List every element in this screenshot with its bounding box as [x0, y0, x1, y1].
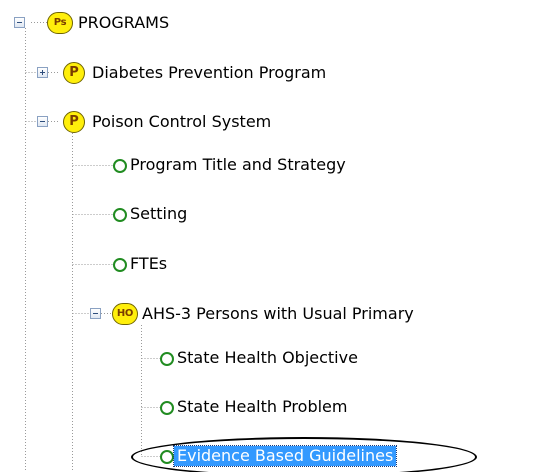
green-circle-icon [160, 401, 174, 415]
tree-node-label[interactable]: Setting [130, 204, 187, 224]
tree-node-label-selected[interactable]: Evidence Based Guidelines [172, 445, 398, 467]
tree-node-label[interactable]: PROGRAMS [78, 13, 169, 33]
program-badge-icon: P [63, 111, 85, 133]
tree-node-label[interactable]: Diabetes Prevention Program [92, 63, 326, 83]
green-circle-icon [113, 258, 127, 272]
tree-node-label[interactable]: Poison Control System [92, 112, 271, 132]
tree-node-program-title-and-strategy[interactable]: Program Title and Strategy [0, 151, 460, 181]
tree-node-ftes[interactable]: FTEs [0, 250, 260, 280]
tree-node-evidence-based-guidelines[interactable]: Evidence Based Guidelines [0, 442, 535, 472]
tree-node-label[interactable]: AHS-3 Persons with Usual Primary [142, 304, 414, 324]
tree-node-poison-control-system[interactable]: P Poison Control System [0, 107, 400, 137]
tree-node-ahs-3-persons-with-usual-primary[interactable]: HO AHS-3 Persons with Usual Primary [0, 299, 535, 329]
green-circle-icon [113, 159, 127, 173]
tree-node-diabetes-prevention-program[interactable]: P Diabetes Prevention Program [0, 58, 460, 88]
collapse-toggle[interactable] [90, 308, 101, 319]
collapse-toggle[interactable] [37, 116, 48, 127]
program-set-badge-icon: Ps [47, 12, 73, 34]
green-circle-icon [160, 352, 174, 366]
tree-node-state-health-problem[interactable]: State Health Problem [0, 393, 460, 423]
health-objective-badge-icon: HO [112, 303, 138, 325]
tree-node-label[interactable]: State Health Objective [177, 348, 358, 368]
tree-node-label[interactable]: Program Title and Strategy [130, 155, 346, 175]
collapse-toggle[interactable] [14, 17, 25, 28]
tree-node-state-health-objective[interactable]: State Health Objective [0, 344, 460, 374]
expand-toggle[interactable] [37, 67, 48, 78]
tree-node-label[interactable]: FTEs [130, 254, 167, 274]
program-badge-icon: P [63, 62, 85, 84]
program-tree: Ps PROGRAMS P Diabetes Prevention Progra… [0, 0, 535, 472]
green-circle-icon [160, 450, 174, 464]
tree-node-setting[interactable]: Setting [0, 200, 260, 230]
green-circle-icon [113, 208, 127, 222]
tree-node-programs[interactable]: Ps PROGRAMS [0, 8, 220, 38]
tree-node-label[interactable]: State Health Problem [177, 397, 347, 417]
